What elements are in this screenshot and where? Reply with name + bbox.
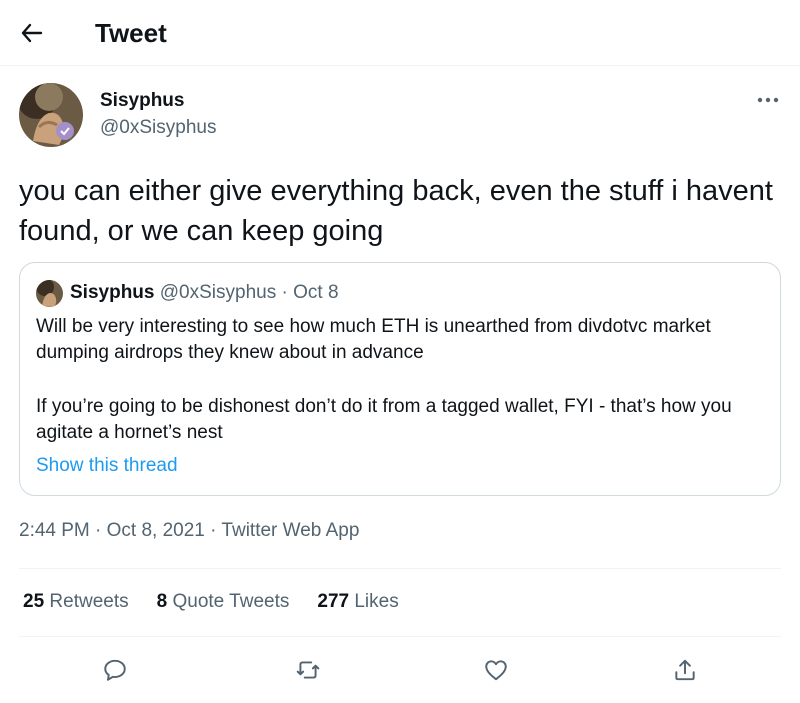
tweet-timestamp[interactable]: 2:44 PM · Oct 8, 2021 · Twitter Web App — [19, 518, 359, 544]
quoted-text: Will be very interesting to see how much… — [36, 314, 766, 446]
quoted-author-handle: @0xSisyphus — [159, 282, 277, 303]
share-icon — [675, 659, 695, 681]
top-header: Tweet — [0, 0, 800, 66]
quoted-author-avatar — [36, 280, 63, 307]
like-icon — [485, 660, 507, 681]
quote-tweets-stat[interactable]: 8 Quote Tweets — [157, 589, 290, 615]
tweet-text: you can either give everything back, eve… — [19, 175, 773, 247]
reply-button[interactable] — [97, 652, 133, 688]
likes-count: 277 — [317, 591, 350, 612]
retweets-count: 25 — [23, 591, 45, 612]
likes-label: Likes — [354, 591, 399, 612]
quote-tweets-label: Quote Tweets — [172, 591, 290, 612]
quoted-tweet-card[interactable]: Sisyphus @0xSisyphus · Oct 8 Will be ver… — [19, 262, 781, 496]
like-button[interactable] — [478, 652, 514, 688]
divider — [19, 636, 781, 637]
more-dots-icon — [757, 97, 779, 103]
divider — [19, 568, 781, 569]
page-title: Tweet — [95, 18, 167, 48]
reply-icon — [104, 659, 126, 681]
retweet-icon — [296, 661, 320, 679]
engagement-stats: 25 Retweets 8 Quote Tweets 277 Likes — [23, 589, 399, 615]
author-handle[interactable]: @0xSisyphus — [100, 116, 216, 140]
author-avatar[interactable] — [19, 83, 83, 147]
quoted-author-name: Sisyphus — [70, 282, 155, 303]
back-button[interactable] — [14, 15, 50, 51]
retweets-label: Retweets — [49, 591, 129, 612]
likes-stat[interactable]: 277 Likes — [317, 589, 398, 615]
quoted-separator: · — [281, 282, 288, 303]
quoted-paragraph-2: If you’re going to be dishonest don’t do… — [36, 396, 732, 443]
retweet-button[interactable] — [290, 652, 326, 688]
retweets-stat[interactable]: 25 Retweets — [23, 589, 129, 615]
more-options-button[interactable] — [752, 88, 784, 112]
share-button[interactable] — [667, 652, 703, 688]
back-arrow-icon — [21, 23, 43, 43]
quoted-header: Sisyphus @0xSisyphus · Oct 8 — [70, 280, 339, 306]
quoted-paragraph-1: Will be very interesting to see how much… — [36, 316, 711, 363]
quote-tweets-count: 8 — [156, 591, 168, 612]
author-name[interactable]: Sisyphus — [100, 89, 184, 113]
show-thread-link[interactable]: Show this thread — [36, 453, 178, 479]
quoted-date: Oct 8 — [293, 282, 339, 303]
